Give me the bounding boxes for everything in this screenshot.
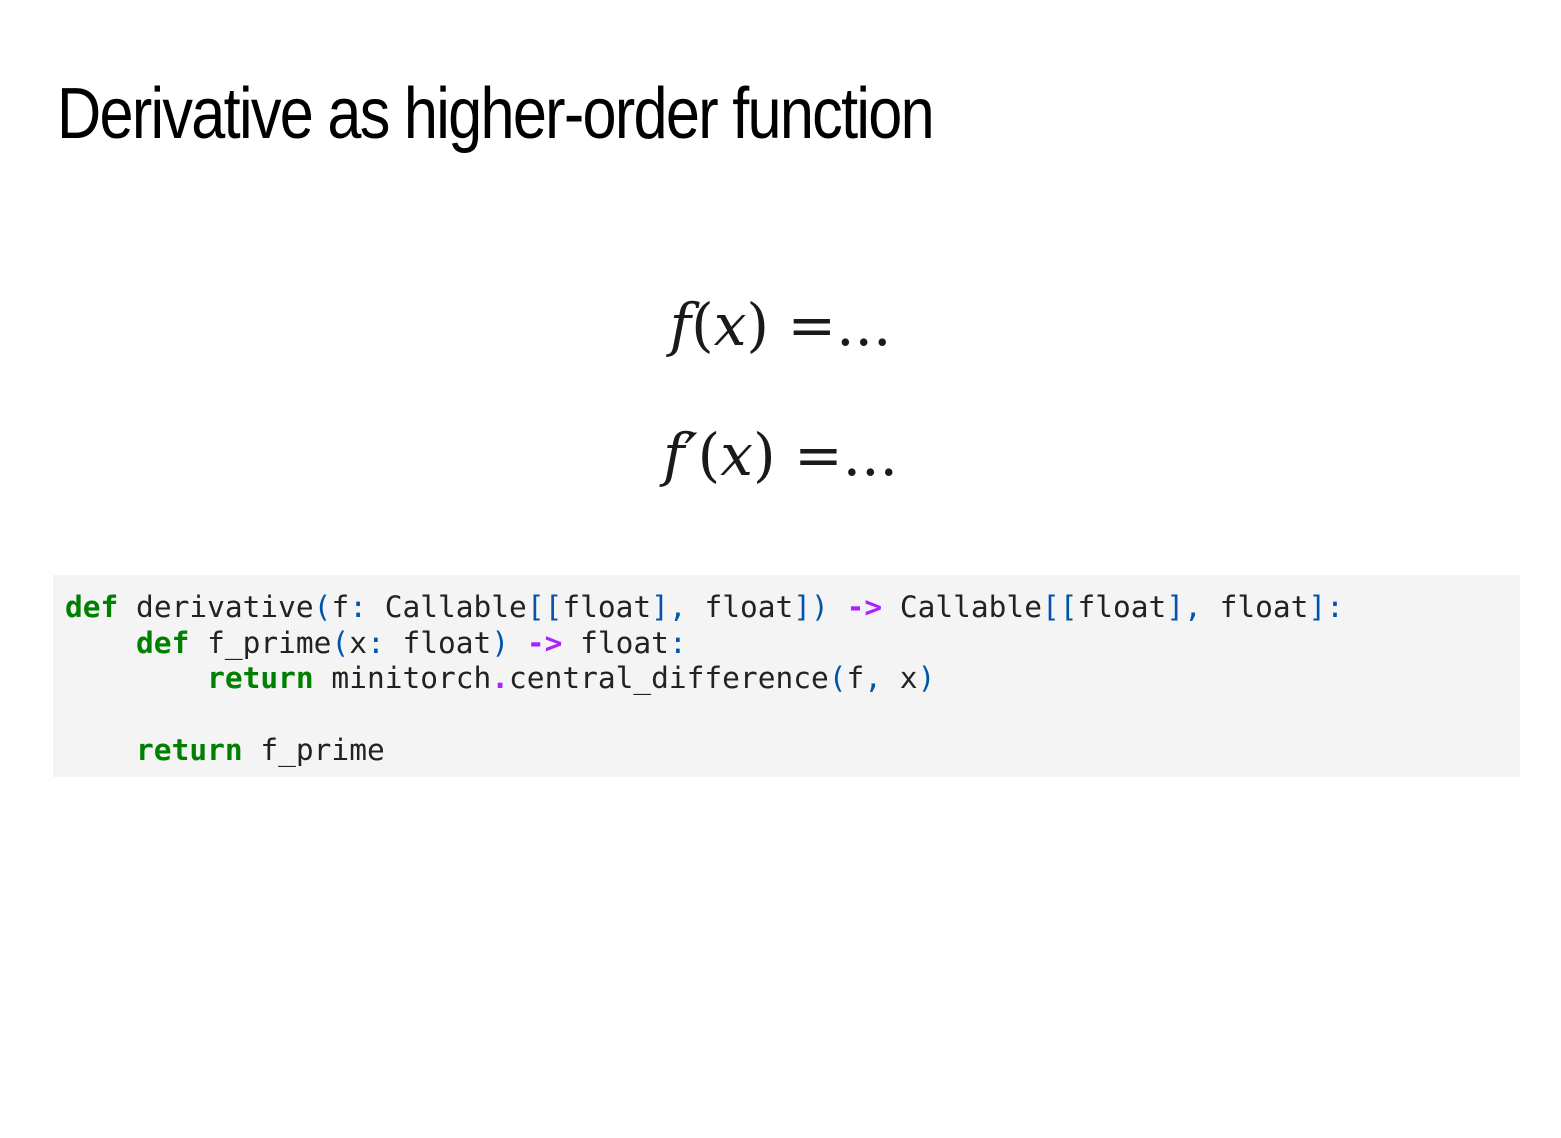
- code-token: ): [917, 661, 936, 696]
- code-line: def f_prime(x: float) -> float:: [65, 626, 687, 660]
- code-token: (: [331, 625, 350, 660]
- code-token: f_prime: [189, 625, 332, 660]
- code-token: central_difference: [509, 661, 829, 696]
- code-line: return f_prime: [65, 733, 385, 767]
- code-token: return: [136, 732, 243, 767]
- code-token: float: [1077, 590, 1167, 624]
- equation-rhs: (x) =...: [691, 291, 892, 359]
- code-listing: def derivative(f: Callable[[float], floa…: [53, 575, 1520, 769]
- code-token: float: [1201, 590, 1309, 624]
- code-token: float: [686, 590, 794, 624]
- code-token: float: [384, 625, 492, 660]
- equation-rhs: (x) =...: [697, 421, 898, 489]
- code-token: [[: [526, 590, 563, 624]
- code-token: float: [562, 590, 652, 624]
- code-token: ]:: [1308, 590, 1344, 624]
- code-token: derivative: [118, 590, 314, 624]
- equation-function-name: f: [669, 291, 692, 359]
- code-token: def: [136, 625, 190, 660]
- code-token: (: [313, 590, 332, 624]
- code-token: ->: [846, 590, 883, 624]
- code-token: return: [207, 661, 314, 696]
- code-line: def derivative(f: Callable[[float], floa…: [65, 590, 1344, 624]
- slide-title: Derivative as higher-order function: [57, 74, 935, 154]
- code-token: x: [349, 625, 367, 660]
- code-token: ],: [651, 590, 687, 624]
- code-token: (: [828, 661, 847, 696]
- code-token: minitorch: [313, 661, 492, 696]
- code-token: Callable: [882, 590, 1042, 624]
- code-line: return minitorch.central_difference(f, x…: [65, 661, 935, 695]
- code-token: ],: [1166, 590, 1202, 624]
- code-token: ->: [526, 625, 563, 660]
- equation-function-name: f′: [663, 421, 698, 489]
- code-token: :: [668, 625, 687, 660]
- code-token: [[: [1041, 590, 1078, 624]
- code-token: :: [349, 590, 367, 624]
- code-token: :: [366, 625, 385, 660]
- code-block: def derivative(f: Callable[[float], floa…: [53, 575, 1520, 777]
- code-token: f: [846, 661, 865, 696]
- code-token: def: [65, 590, 119, 624]
- code-token: Callable: [366, 590, 527, 624]
- code-token: x: [882, 661, 918, 696]
- equation-f-prime: f′(x) =...: [0, 426, 1561, 484]
- code-token: ]): [793, 590, 829, 624]
- code-token: f_prime: [242, 732, 385, 767]
- code-token: f: [331, 590, 350, 624]
- equation-f: f(x) =...: [0, 296, 1561, 354]
- code-token: .: [491, 661, 510, 696]
- code-token: ,: [864, 661, 883, 696]
- code-token: ): [491, 625, 510, 660]
- code-token: float: [562, 625, 669, 660]
